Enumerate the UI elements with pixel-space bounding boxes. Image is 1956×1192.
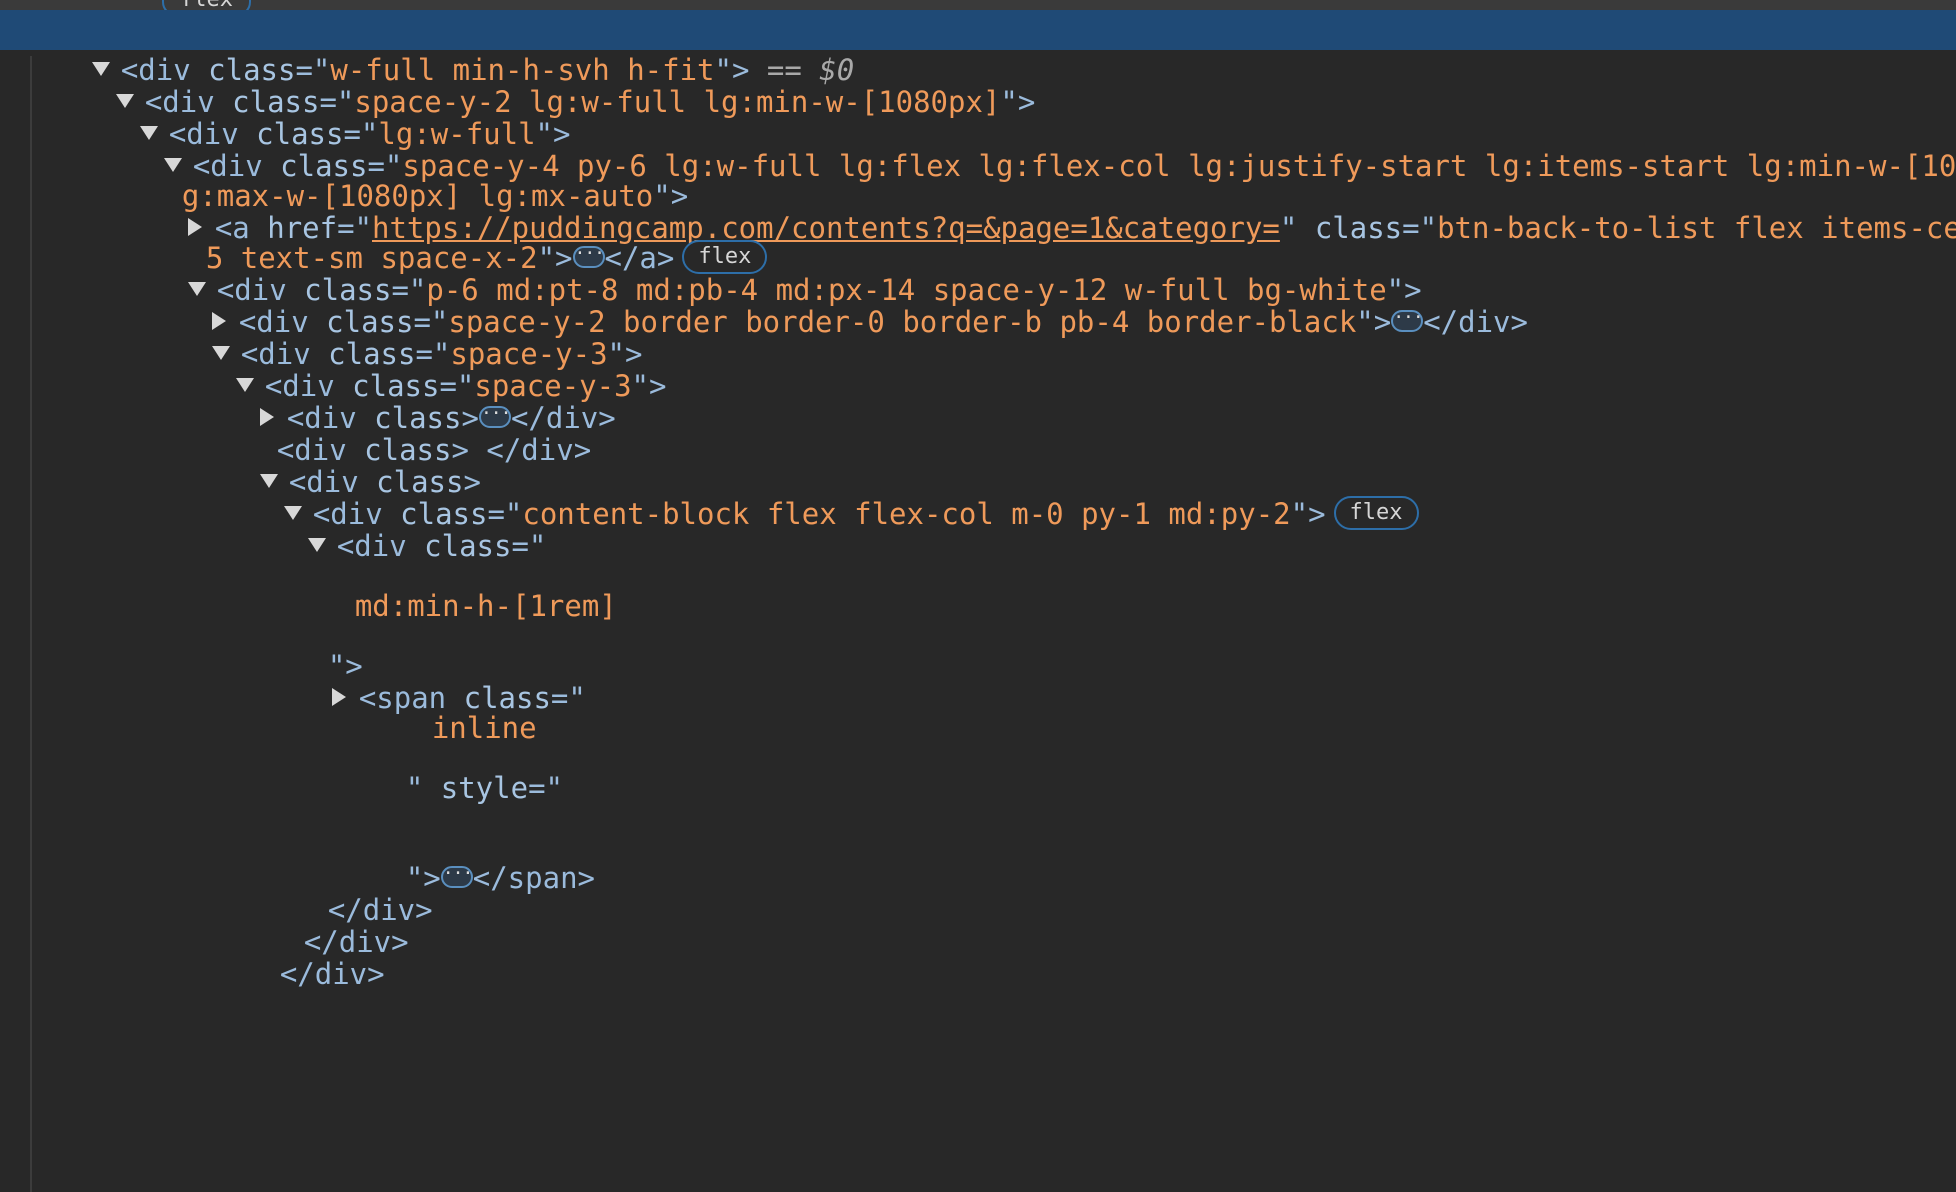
attr-quote: " — [405, 771, 441, 805]
attr-value[interactable]: btn-back-to-list flex items-center px- — [1437, 211, 1956, 245]
attr-name: style — [440, 771, 529, 805]
tag-end: </div> — [279, 957, 385, 991]
attr-eq: =" — [528, 771, 563, 805]
ellipsis-icon[interactable]: ··· — [1391, 309, 1424, 332]
dom-node-row[interactable]: <div class=" — [0, 486, 546, 563]
attr-value[interactable]: md:min-h-[1rem] — [355, 589, 617, 623]
tag-close: "> — [631, 369, 667, 403]
flex-badge[interactable]: flex — [1333, 496, 1419, 530]
tag-close: "> — [1290, 497, 1326, 531]
dom-node-row-attr-continued: md:min-h-[1rem] — [0, 546, 617, 623]
tag-end: </div> — [1423, 305, 1528, 339]
dom-tree-panel: flex <div class="w-full min-h-svh h-fit"… — [0, 0, 1956, 1192]
dom-node-row-attr-continued: inline — [0, 668, 537, 745]
dom-node-row-close[interactable]: </div> — [0, 914, 385, 991]
attr-value[interactable]: content-block flex flex-col m-0 py-1 md:… — [522, 497, 1290, 531]
tag-close: "> — [1356, 305, 1392, 339]
ellipsis-icon[interactable]: ··· — [440, 865, 473, 888]
dom-node-row-attr-continued: " style=" — [0, 728, 563, 805]
tag-end: </span> — [472, 861, 595, 895]
attr-eq: =" — [550, 681, 586, 715]
